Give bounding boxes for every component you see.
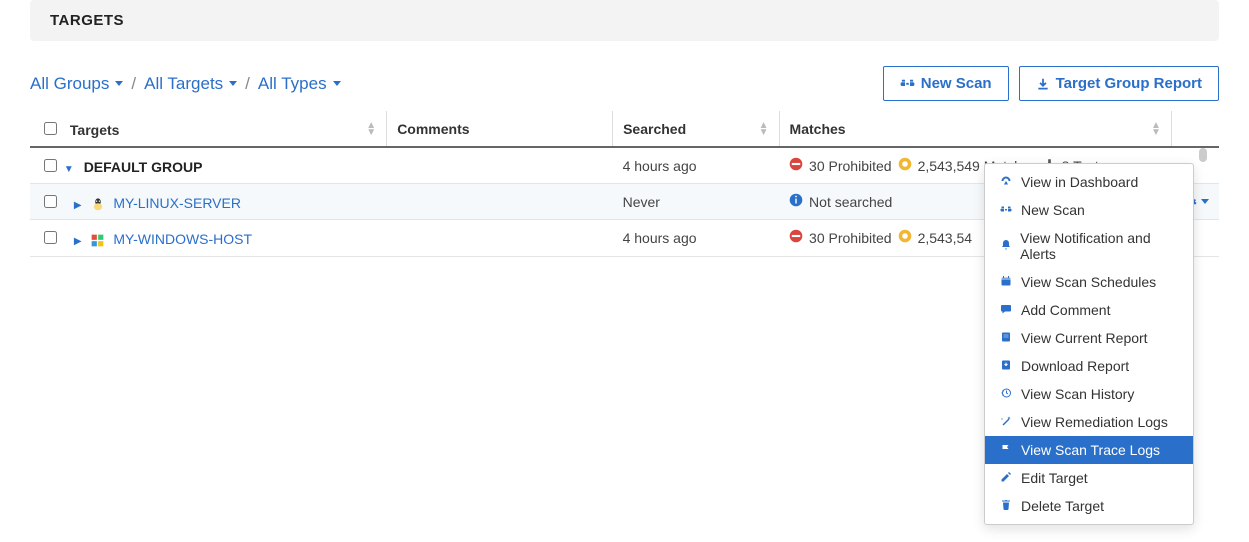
dropdown-item-label: View Current Report [1021,330,1148,346]
new-scan-button[interactable]: New Scan [883,66,1009,101]
dropdown-item-label: Add Comment [1021,302,1110,318]
report-icon [999,331,1013,346]
sort-icon[interactable]: ▲▼ [759,122,769,136]
prohibited-count: 30 Prohibited [809,158,892,174]
dropdown-item-view-scan-history[interactable]: View Scan History [985,380,1193,408]
download-icon [999,359,1013,374]
dropdown-item-edit-target[interactable]: Edit Target [985,464,1193,492]
col-header-searched[interactable]: Searched [623,121,686,137]
pencil-icon [999,471,1013,486]
windows-icon [91,234,105,248]
dashboard-icon [999,175,1013,190]
caret-down-icon [333,81,341,86]
filter-target[interactable]: All Targets [144,74,237,94]
dropdown-item-label: Download Report [1021,358,1129,374]
dropdown-item-label: View Scan Schedules [1021,274,1156,290]
prohibited-count: 30 Prohibited [809,230,892,246]
dropdown-item-view-current-report[interactable]: View Current Report [985,324,1193,352]
dropdown-item-view-in-dashboard[interactable]: View in Dashboard [985,168,1193,196]
dropdown-item-label: New Scan [1021,202,1085,218]
dropdown-item-download-report[interactable]: Download Report [985,352,1193,380]
page-title: TARGETS [50,12,1199,29]
caret-down-icon [115,81,123,86]
select-all-checkbox[interactable] [44,122,57,135]
dropdown-item-label: View Remediation Logs [1021,414,1168,430]
history-icon [999,387,1013,402]
dropdown-item-new-scan[interactable]: New Scan [985,196,1193,224]
dropdown-item-delete-target[interactable]: Delete Target [985,492,1193,520]
target-group-report-button[interactable]: Target Group Report [1019,66,1219,101]
group-name: DEFAULT GROUP [84,159,203,175]
scrollbar-thumb[interactable] [1199,148,1207,162]
dropdown-item-label: View Scan Trace Logs [1021,442,1160,458]
target-link[interactable]: MY-WINDOWS-HOST [113,231,252,247]
filter-breadcrumb: All Groups / All Targets / All Types [30,74,341,94]
separator: / [245,74,250,94]
dropdown-item-view-remediation-logs[interactable]: View Remediation Logs [985,408,1193,436]
expand-icon[interactable]: ▶ [74,200,82,211]
col-header-comments[interactable]: Comments [397,121,469,137]
sort-icon[interactable]: ▲▼ [366,122,376,136]
binoculars-icon [900,77,915,90]
dropdown-item-view-scan-schedules[interactable]: View Scan Schedules [985,268,1193,296]
searched-cell: Never [613,184,779,220]
matches-icon [898,157,912,174]
page-header: TARGETS [30,0,1219,41]
dropdown-item-add-comment[interactable]: Add Comment [985,296,1193,324]
not-searched-label: Not searched [809,194,892,210]
wand-icon [999,415,1013,430]
dropdown-item-view-scan-trace-logs[interactable]: View Scan Trace Logs [985,436,1193,464]
collapse-icon[interactable]: ▼ [64,164,74,175]
download-icon [1036,77,1050,91]
calendar-icon [999,275,1013,290]
prohibited-icon [789,229,803,246]
row-checkbox[interactable] [44,159,57,172]
filter-type[interactable]: All Types [258,74,341,94]
row-checkbox[interactable] [44,231,57,244]
trash-icon [999,499,1013,514]
row-actions-dropdown: View in Dashboard New Scan View Notificati… [984,163,1194,525]
linux-icon [91,197,105,211]
comment-icon [999,303,1013,318]
expand-icon[interactable]: ▶ [74,236,82,247]
dropdown-item-label: View Notification and Alerts [1020,230,1179,262]
dropdown-item-label: View Scan History [1021,386,1134,402]
matches-icon [898,229,912,246]
searched-cell: 4 hours ago [613,220,779,256]
match-count: 2,543,54 [918,230,973,246]
dropdown-item-label: Delete Target [1021,498,1104,514]
separator: / [131,74,136,94]
col-header-targets[interactable]: Targets [70,122,120,138]
filter-group[interactable]: All Groups [30,74,123,94]
col-header-matches[interactable]: Matches [790,121,846,137]
flag-icon [999,443,1013,458]
info-icon [789,193,803,210]
caret-down-icon [229,81,237,86]
caret-down-icon [1201,199,1209,204]
sort-icon[interactable]: ▲▼ [1151,122,1161,136]
dropdown-item-view-notification-and-alerts[interactable]: View Notification and Alerts [985,224,1193,268]
dropdown-item-label: View in Dashboard [1021,174,1138,190]
dropdown-item-label: Edit Target [1021,470,1088,486]
row-checkbox[interactable] [44,195,57,208]
target-link[interactable]: MY-LINUX-SERVER [113,195,241,211]
searched-cell: 4 hours ago [613,147,779,184]
prohibited-icon [789,157,803,174]
binoculars-icon [999,203,1013,218]
bell-icon [999,239,1012,254]
